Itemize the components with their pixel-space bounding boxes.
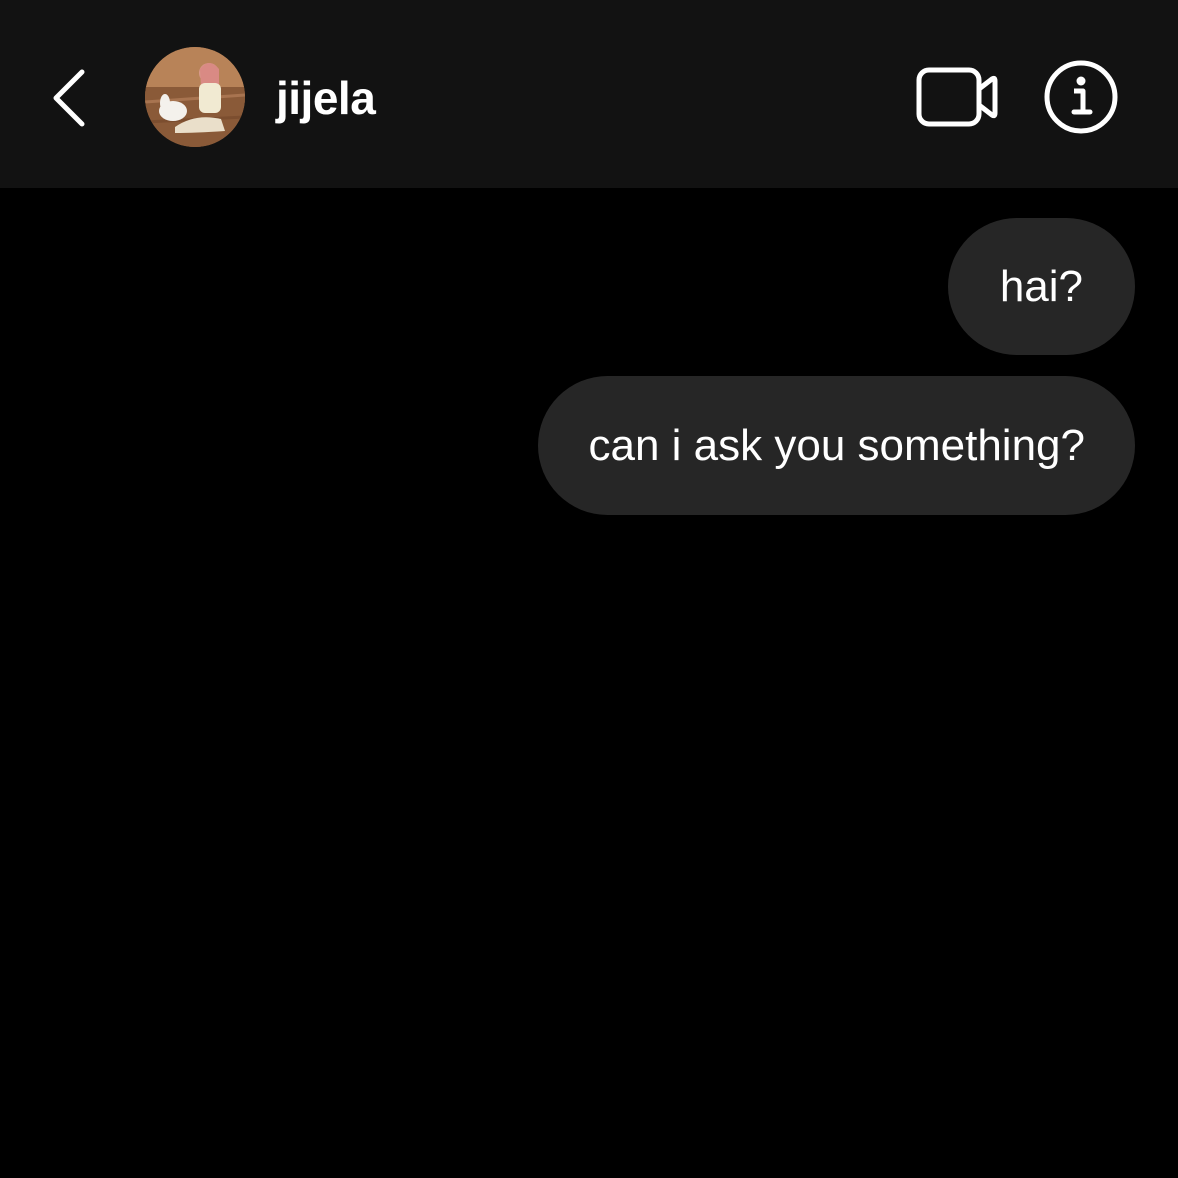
video-call-button[interactable] [910,60,1004,136]
username[interactable]: jijela [276,70,376,126]
message-text: hai? [999,261,1083,311]
chat-header: jijela [0,0,1178,188]
info-button[interactable] [1040,58,1122,138]
chevron-left-icon [53,69,85,127]
avatar[interactable] [145,47,245,147]
chat-screen: jijela hai? can i ask you something? [0,0,1178,1178]
video-camera-icon [916,67,998,127]
message-text: can i ask you something? [588,420,1085,470]
message-list: hai? can i ask you something? [0,188,1178,1178]
message-bubble[interactable]: can i ask you something? [538,376,1135,515]
avatar-photo [145,47,245,147]
back-button[interactable] [40,58,104,138]
message-bubble[interactable]: hai? [947,218,1135,355]
info-icon [1044,60,1118,134]
